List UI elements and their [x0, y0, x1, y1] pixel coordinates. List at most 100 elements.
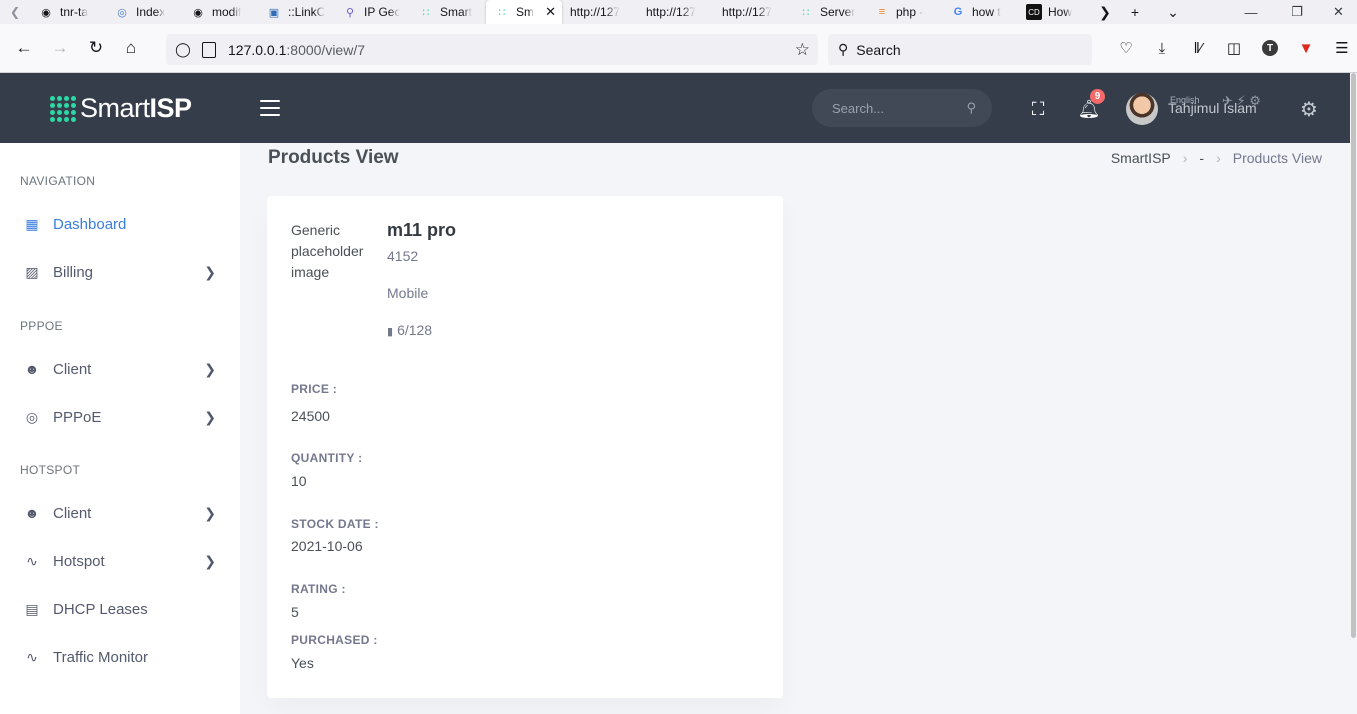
logo-text: SmartISP	[80, 93, 192, 123]
page-title: Products View	[268, 147, 399, 168]
sidebar-item-hotspot[interactable]: ∿ Hotspot ❯	[0, 541, 240, 581]
sidebar-toggle-button[interactable]	[260, 100, 280, 116]
sidebar-item-label: Client	[53, 360, 92, 378]
quantity-value: 10	[291, 473, 307, 489]
url-bar[interactable]: ◯ 127.0.0.1:8000/view/7 ☆	[166, 34, 818, 65]
close-tab-icon[interactable]: ✕	[545, 4, 556, 20]
ublock-icon[interactable]: ▼	[1294, 36, 1318, 60]
new-tab-icon[interactable]: +	[1116, 4, 1154, 20]
library-icon[interactable]: ‖⁄	[1186, 36, 1210, 60]
page-scrollbar[interactable]	[1350, 73, 1357, 714]
minimize-icon[interactable]: —	[1228, 0, 1274, 24]
browser-tab[interactable]: ◉ tnr-ta	[30, 0, 106, 24]
avatar[interactable]	[1126, 93, 1158, 125]
sidebar-item-label: Client	[53, 504, 92, 522]
chevron-right-icon: ❯	[204, 504, 216, 521]
breadcrumb-home[interactable]: SmartISP	[1111, 150, 1171, 166]
product-spec: ▮ 6/128	[387, 322, 433, 338]
sidebar-item-billing[interactable]: ▨ Billing ❯	[0, 252, 240, 292]
list-tabs-icon[interactable]: ⌄	[1154, 4, 1192, 21]
list-icon: ▤	[25, 600, 39, 617]
browser-tab[interactable]: ◎ Index	[106, 0, 182, 24]
fullscreen-icon[interactable]: ⛶	[1026, 97, 1050, 121]
stackoverflow-icon: ≡	[878, 6, 886, 18]
restore-icon[interactable]: ❐	[1274, 0, 1320, 24]
browser-tab[interactable]: ≡ php -	[866, 0, 942, 24]
browser-tab[interactable]: http://127	[638, 0, 714, 24]
page-info-icon[interactable]	[202, 41, 216, 58]
breadcrumb-item[interactable]: -	[1199, 150, 1204, 166]
sidebar-item-traffic-monitor[interactable]: ∿ Traffic Monitor	[0, 637, 240, 677]
chevron-right-icon: ❯	[204, 408, 216, 425]
browser-tab[interactable]: ◉ modif	[182, 0, 258, 24]
breadcrumb-separator: ›	[1182, 150, 1188, 166]
price-label: PRICE :	[291, 382, 338, 396]
menu-title-hotspot: HOTSPOT	[20, 463, 81, 477]
sidebar-icon[interactable]: ◫	[1222, 36, 1246, 60]
dashboard-icon: ▦	[25, 215, 39, 232]
smartisp-logo[interactable]: SmartISP	[50, 93, 192, 124]
chevron-right-icon: ❯	[204, 360, 216, 377]
stock-date-value: 2021-10-06	[291, 538, 363, 554]
sidebar-item-label: Billing	[53, 263, 94, 281]
settings-gear-icon[interactable]: ⚙	[1300, 97, 1318, 122]
account-icon[interactable]: T	[1258, 36, 1282, 60]
product-image-alt: Generic placeholder image	[291, 222, 364, 280]
browser-tab[interactable]: ⚲ IP Gec	[334, 0, 410, 24]
breadcrumb-separator: ›	[1216, 150, 1221, 166]
downloads-icon[interactable]: ⤓	[1150, 36, 1174, 60]
sidebar-item-dashboard[interactable]: ▦ Dashboard	[0, 204, 240, 244]
home-icon[interactable]: ⌂	[119, 36, 143, 60]
browser-tab[interactable]: Ghow t	[942, 0, 1018, 24]
sidebar-item-hotspot-client[interactable]: ☻ Client ❯	[0, 493, 240, 533]
sidebar-item-pppoe[interactable]: ◎ PPPoE ❯	[0, 397, 240, 437]
browser-tab[interactable]: http://127	[714, 0, 790, 24]
breadcrumb: SmartISP › - › Products View	[1111, 150, 1322, 166]
product-name: m11 pro	[387, 220, 457, 240]
app-search-input[interactable]	[832, 100, 952, 116]
linkedin-icon: ▣	[268, 6, 280, 19]
chevron-right-icon: ❯	[204, 263, 216, 280]
browser-tab[interactable]: http://127	[562, 0, 638, 24]
google-icon: G	[953, 6, 963, 18]
browser-search-bar[interactable]: ⚲ Search	[828, 34, 1092, 65]
app-search-box[interactable]: ⚲	[812, 89, 992, 127]
tab-scroll-left-icon[interactable]: ❮	[0, 5, 30, 19]
back-icon[interactable]: ←	[12, 36, 36, 60]
sidebar-item-pppoe-client[interactable]: ☻ Client ❯	[0, 349, 240, 389]
pocket-icon[interactable]: ♡	[1114, 36, 1138, 60]
sidebar-item-label: Hotspot	[53, 552, 105, 570]
rating-label: RATING :	[291, 582, 346, 596]
close-window-icon[interactable]: ✕	[1320, 0, 1357, 24]
purchased-value: Yes	[291, 655, 314, 671]
stock-date-label: STOCK DATE :	[291, 517, 379, 531]
wifi-icon: ∿	[26, 552, 38, 569]
users-icon: ☻	[24, 505, 40, 521]
product-code: 4152	[387, 248, 419, 264]
browser-tab-active[interactable]: ∷ Sm ✕	[486, 0, 562, 24]
browser-tab[interactable]: CD How	[1018, 0, 1094, 24]
target-icon: ◎	[25, 408, 39, 425]
breadcrumb-current: Products View	[1232, 150, 1322, 166]
browser-tab[interactable]: ▣::LinkC	[258, 0, 334, 24]
scrollbar-thumb[interactable]	[1351, 73, 1356, 638]
cd-icon: CD	[1026, 4, 1042, 20]
browser-tab[interactable]: ∷ Server	[790, 0, 866, 24]
url-text[interactable]: 127.0.0.1:8000/view/7	[228, 42, 365, 58]
browser-toolbar: ← → ↻ ⌂ ◯ 127.0.0.1:8000/view/7 ☆ ⚲ Sear…	[0, 24, 1357, 73]
tab-scroll-right-icon[interactable]: ❯	[1094, 4, 1116, 21]
menu-title-pppoe: PPPOE	[20, 319, 63, 333]
smartisp-icon: ∷	[498, 6, 506, 19]
sidebar-item-label: DHCP Leases	[53, 600, 148, 618]
shield-icon[interactable]: ◯	[174, 41, 192, 58]
sidebar-item-dhcp-leases[interactable]: ▤ DHCP Leases	[0, 589, 240, 629]
github-icon: ◉	[193, 6, 203, 19]
bookmark-star-icon[interactable]: ☆	[795, 40, 810, 60]
search-icon[interactable]: ⚲	[966, 100, 976, 116]
sidebar: NAVIGATION ▦ Dashboard ▨ Billing ❯ PPPOE…	[0, 143, 240, 714]
menu-icon[interactable]: ☰	[1330, 36, 1354, 60]
notification-badge: 9	[1090, 89, 1105, 104]
browser-tab[interactable]: ∷ Smart	[410, 0, 486, 24]
forward-icon[interactable]: →	[48, 36, 72, 60]
reload-icon[interactable]: ↻	[84, 36, 108, 60]
